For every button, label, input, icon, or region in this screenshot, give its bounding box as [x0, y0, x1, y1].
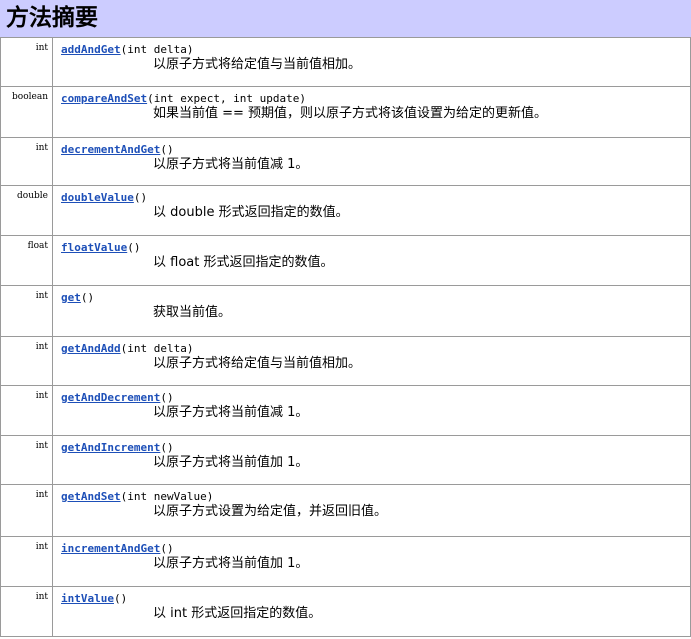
method-signature: addAndGet(int delta)	[61, 43, 193, 57]
method-link-get[interactable]: get	[61, 291, 81, 304]
return-type: int	[1, 337, 53, 385]
method-summary-table: int addAndGet(int delta) 以原子方式将给定值与当前值相加…	[0, 37, 691, 637]
method-row-compare-and-set: boolean compareAndSet(int expect, int up…	[0, 87, 691, 138]
method-signature: doubleValue()	[61, 191, 147, 205]
method-description: 以原子方式设置为给定值，并返回旧值。	[153, 504, 388, 519]
method-params: ()	[127, 241, 141, 254]
method-signature: getAndDecrement()	[61, 391, 174, 405]
method-row-get: int get() 获取当前值。	[0, 286, 691, 337]
method-link-int-value[interactable]: intValue	[61, 592, 114, 605]
method-signature: get()	[61, 291, 94, 305]
method-signature: getAndSet(int newValue)	[61, 490, 213, 504]
method-params: ()	[80, 291, 95, 304]
method-params: (int delta)	[120, 43, 194, 56]
return-type: int	[1, 436, 53, 484]
method-description: 以 double 形式返回指定的数值。	[153, 205, 349, 220]
method-link-double-value[interactable]: doubleValue	[61, 191, 134, 204]
method-signature: compareAndSet(int expect, int update)	[61, 92, 306, 106]
return-type: int	[1, 38, 53, 86]
method-description: 以原子方式将给定值与当前值相加。	[153, 356, 362, 371]
method-link-get-and-decrement[interactable]: getAndDecrement	[61, 391, 160, 404]
method-summary-header: 方法摘要	[0, 0, 691, 37]
return-type: int	[1, 537, 53, 586]
method-signature: getAndAdd(int delta)	[61, 342, 193, 356]
method-params: ()	[160, 542, 174, 555]
method-params: ()	[133, 191, 148, 204]
method-description: 以原子方式将当前值加 1。	[153, 455, 309, 470]
method-params: ()	[113, 592, 128, 605]
method-row-float-value: float floatValue() 以 float 形式返回指定的数值。	[0, 236, 691, 286]
method-link-compare-and-set[interactable]: compareAndSet	[61, 92, 147, 105]
method-row-get-and-increment: int getAndIncrement() 以原子方式将当前值加 1。	[0, 436, 691, 485]
method-signature: incrementAndGet()	[61, 542, 174, 556]
return-type: int	[1, 138, 53, 185]
method-link-get-and-add[interactable]: getAndAdd	[61, 342, 121, 355]
return-type: double	[1, 186, 53, 235]
method-row-increment-and-get: int incrementAndGet() 以原子方式将当前值加 1。	[0, 537, 691, 587]
method-row-add-and-get: int addAndGet(int delta) 以原子方式将给定值与当前值相加…	[0, 38, 691, 87]
method-description: 获取当前值。	[153, 305, 232, 320]
method-params: (int expect, int update)	[147, 92, 307, 105]
method-signature: decrementAndGet()	[61, 143, 174, 157]
method-link-add-and-get[interactable]: addAndGet	[61, 43, 121, 56]
method-description: 以 int 形式返回指定的数值。	[153, 606, 322, 621]
method-row-int-value: int intValue() 以 int 形式返回指定的数值。	[0, 587, 691, 637]
method-description: 如果当前值 == 预期值，则以原子方式将该值设置为给定的更新值。	[153, 106, 548, 121]
return-type: int	[1, 485, 53, 536]
method-row-double-value: double doubleValue() 以 double 形式返回指定的数值。	[0, 186, 691, 236]
method-description: 以原子方式将当前值减 1。	[153, 405, 309, 420]
return-type: int	[1, 587, 53, 636]
method-link-float-value[interactable]: floatValue	[61, 241, 127, 254]
method-signature: getAndIncrement()	[61, 441, 174, 455]
return-type: float	[1, 236, 53, 285]
method-row-get-and-add: int getAndAdd(int delta) 以原子方式将给定值与当前值相加…	[0, 337, 691, 386]
method-row-get-and-set: int getAndSet(int newValue) 以原子方式设置为给定值，…	[0, 485, 691, 537]
method-description: 以原子方式将给定值与当前值相加。	[153, 57, 362, 72]
method-link-increment-and-get[interactable]: incrementAndGet	[61, 542, 160, 555]
method-params: ()	[160, 143, 174, 156]
method-description: 以原子方式将当前值加 1。	[153, 556, 309, 571]
method-link-get-and-increment[interactable]: getAndIncrement	[61, 441, 160, 454]
method-signature: floatValue()	[61, 241, 140, 255]
return-type: int	[1, 386, 53, 435]
return-type: boolean	[1, 87, 53, 137]
method-row-decrement-and-get: int decrementAndGet() 以原子方式将当前值减 1。	[0, 138, 691, 186]
method-row-get-and-decrement: int getAndDecrement() 以原子方式将当前值减 1。	[0, 386, 691, 436]
method-link-get-and-set[interactable]: getAndSet	[61, 490, 121, 503]
return-type: int	[1, 286, 53, 336]
method-params: ()	[160, 391, 174, 404]
method-summary-title: 方法摘要	[6, 5, 98, 31]
method-params: (int delta)	[120, 342, 194, 355]
method-link-decrement-and-get[interactable]: decrementAndGet	[61, 143, 160, 156]
method-signature: intValue()	[61, 592, 127, 606]
method-params: (int newValue)	[120, 490, 214, 503]
method-description: 以原子方式将当前值减 1。	[153, 157, 309, 172]
method-description: 以 float 形式返回指定的数值。	[153, 255, 334, 270]
method-params: ()	[160, 441, 174, 454]
